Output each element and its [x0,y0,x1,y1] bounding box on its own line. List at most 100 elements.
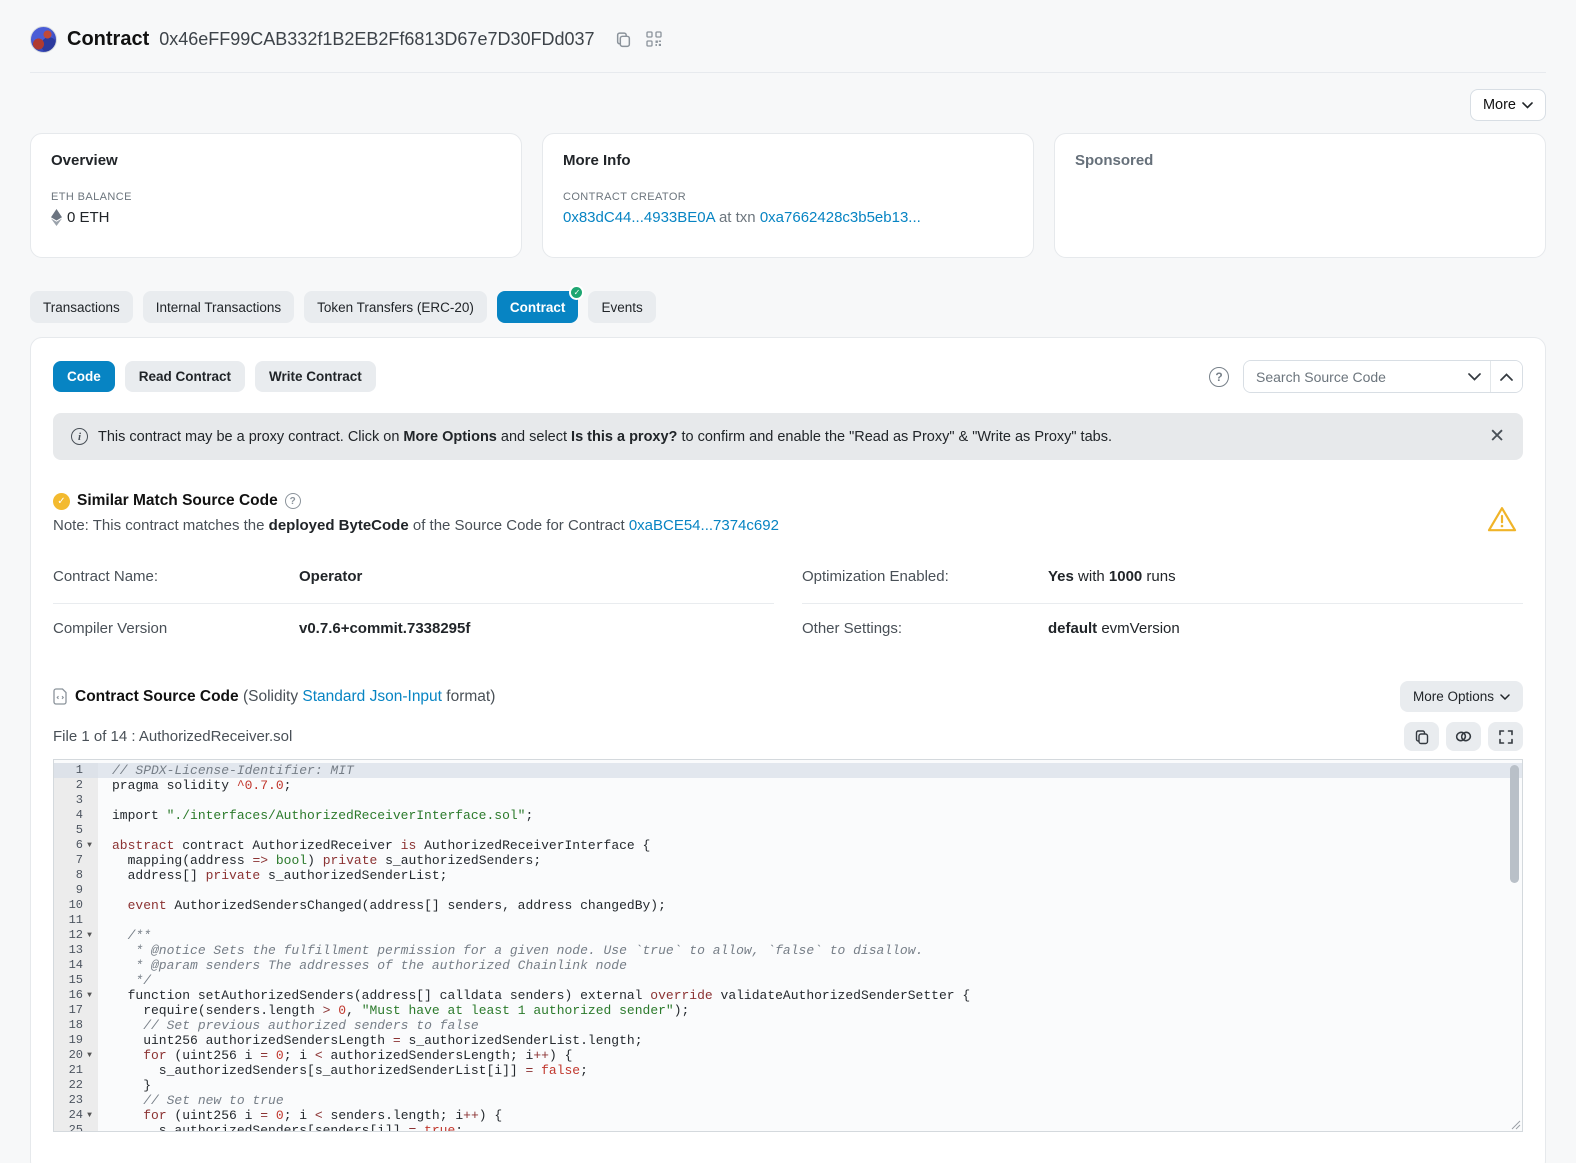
similar-match-section: ✓ Similar Match Source Code ? Note: This… [53,492,1523,534]
code-line: 6▼abstract contract AuthorizedReceiver i… [54,838,1522,853]
code-line: 14 * @param senders The addresses of the… [54,958,1522,973]
code-line-text: // Set previous authorized senders to fa… [98,1018,479,1033]
fold-toggle-icon[interactable]: ▼ [83,1048,96,1063]
code-line-text: */ [98,973,151,988]
qr-code-button[interactable] [644,29,664,49]
line-number-gutter: 7 [54,853,98,868]
code-rows: 1// SPDX-License-Identifier: MIT2pragma … [54,760,1522,1132]
header-divider [30,72,1546,73]
collapse-all-button[interactable] [1490,361,1522,392]
page-title: Contract [67,28,149,51]
code-line: 12▼ /** [54,928,1522,943]
line-number: 20 [54,1048,83,1063]
code-line: 22 } [54,1078,1522,1093]
code-line: 1 // SPDX-License-Identifier: MIT [54,763,1522,778]
tab-label: Token Transfers (ERC-20) [317,300,474,315]
line-number: 19 [54,1033,83,1048]
more-options-button[interactable]: More Options [1400,681,1523,712]
code-line-text: // SPDX-License-Identifier: MIT [98,763,354,778]
line-number-gutter: 24▼ [54,1108,98,1123]
code-line-text: for (uint256 i = 0; i < senders.length; … [98,1108,502,1123]
tab-contract[interactable]: Contract✓ [497,291,579,323]
line-number-gutter: 23 [54,1093,98,1108]
line-number: 22 [54,1078,83,1093]
code-line: 8 address[] private s_authorizedSenderLi… [54,868,1522,883]
similar-match-help-icon[interactable]: ? [285,493,301,509]
code-line-text: s_authorizedSenders[s_authorizedSenderLi… [98,1063,588,1078]
code-line-text: function setAuthorizedSenders(address[] … [98,988,970,1003]
tab-events[interactable]: Events [588,291,655,323]
eth-balance-label: ETH BALANCE [51,191,501,203]
line-number: 13 [54,943,83,958]
line-number: 8 [54,868,83,883]
code-line-text: * @param senders The addresses of the au… [98,958,627,973]
meta-row: Compiler Version v0.7.6+commit.7338295f [53,604,774,655]
code-line: 15 */ [54,973,1522,988]
more-options-label: More Options [1413,689,1494,704]
inline-link[interactable]: 0x83dC44...4933BE0A [563,209,715,226]
expand-icon [1499,730,1513,744]
similar-match-note: Note: This contract matches the deployed… [53,517,1523,534]
copy-icon [1414,729,1430,745]
close-notice-button[interactable]: ✕ [1489,427,1505,446]
line-number-gutter: 16▼ [54,988,98,1003]
fold-toggle-icon[interactable]: ▼ [83,928,96,943]
source-code-editor[interactable]: 1// SPDX-License-Identifier: MIT2pragma … [53,759,1523,1132]
overview-card-title: Overview [51,152,501,169]
line-number: 1 [54,763,83,778]
line-number: 16 [54,988,83,1003]
more-dropdown-button[interactable]: More [1470,89,1546,121]
qr-code-icon [646,31,662,47]
line-number: 6 [54,838,83,853]
info-cards: Overview ETH BALANCE 0 ETH More Info CON… [30,133,1546,258]
line-number: 2 [54,778,83,793]
line-number-gutter: 6▼ [54,838,98,853]
line-number-gutter: 22 [54,1078,98,1093]
subtab-code[interactable]: Code [53,361,115,392]
line-number-gutter: 3 [54,793,98,808]
code-line: 17 require(senders.length > 0, "Must hav… [54,1003,1522,1018]
tab-token-transfers-erc-20[interactable]: Token Transfers (ERC-20) [304,291,487,323]
eth-balance-value: 0 ETH [67,209,110,226]
source-search-group [1243,360,1523,393]
line-number: 23 [54,1093,83,1108]
code-line-text: /** [98,928,151,943]
copy-address-button[interactable] [613,29,634,50]
inline-link[interactable]: Standard Json-Input [302,688,442,705]
line-number-gutter: 18 [54,1018,98,1033]
code-line-text: * @notice Sets the fulfillment permissio… [98,943,923,958]
fold-toggle-icon[interactable]: ▼ [83,1108,96,1123]
fold-toggle-icon[interactable]: ▼ [83,988,96,1003]
inline-link[interactable]: 0xa7662428c3b5eb13... [760,209,921,226]
line-number-gutter: 5 [54,823,98,838]
file-info: File 1 of 14 : AuthorizedReceiver.sol [53,728,292,745]
code-line-text [98,823,112,838]
code-line: 7 mapping(address => bool) private s_aut… [54,853,1522,868]
tab-internal-transactions[interactable]: Internal Transactions [143,291,294,323]
copy-source-button[interactable] [1404,722,1439,751]
code-line: 16▼ function setAuthorizedSenders(addres… [54,988,1522,1003]
meta-value: Yes with 1000 runs [1048,568,1176,585]
fold-toggle-icon[interactable]: ▼ [83,838,96,853]
permalink-button[interactable] [1446,722,1481,751]
subtab-read-contract[interactable]: Read Contract [125,361,245,392]
search-next-button[interactable] [1458,361,1490,392]
tab-transactions[interactable]: Transactions [30,291,133,323]
inline-link[interactable]: 0xaBCE54...7374c692 [629,517,779,534]
subtab-write-contract[interactable]: Write Contract [255,361,376,392]
contract-meta: Contract Name: Operator Compiler Version… [53,552,1523,655]
warning-icon[interactable] [1487,506,1517,533]
code-line-text: require(senders.length > 0, "Must have a… [98,1003,689,1018]
code-line: 18 // Set previous authorized senders to… [54,1018,1522,1033]
meta-left-column: Contract Name: Operator Compiler Version… [53,552,774,655]
fullscreen-button[interactable] [1488,722,1523,751]
resize-handle[interactable] [1510,1119,1521,1130]
help-icon[interactable]: ? [1209,367,1229,387]
code-scrollbar-thumb[interactable] [1510,765,1519,883]
meta-value: default evmVersion [1048,620,1180,637]
code-line: 13 * @notice Sets the fulfillment permis… [54,943,1522,958]
line-number-gutter: 14 [54,958,98,973]
line-number: 11 [54,913,83,928]
code-line-text: event AuthorizedSendersChanged(address[]… [98,898,666,913]
search-source-input[interactable] [1244,361,1458,392]
